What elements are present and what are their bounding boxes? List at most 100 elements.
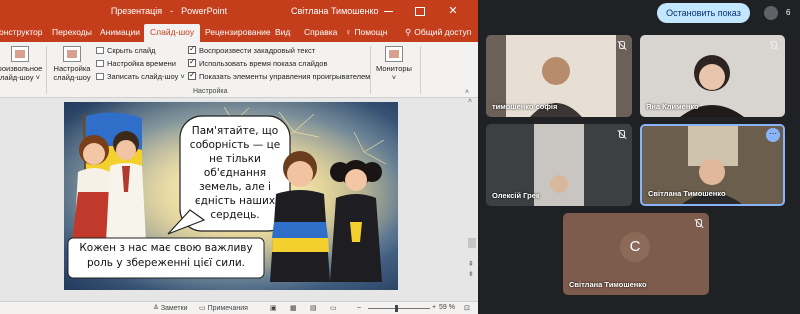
tab-animations[interactable]: Анимации (100, 27, 140, 37)
people-icon (764, 6, 778, 20)
monitors-button[interactable]: Мониторы ˅ (374, 46, 414, 82)
vertical-scrollbar-thumb[interactable] (468, 238, 476, 248)
monitors-chevron: ˅ (391, 73, 397, 82)
ribbon-divider (370, 46, 371, 94)
participant-name: тимошенко софія (492, 102, 558, 111)
tab-assistant[interactable]: ♀ Помощн (345, 27, 387, 37)
share-button[interactable]: ⚲ Общий доступ (405, 27, 471, 38)
window-title: Презентація - PowerPoint (0, 6, 478, 16)
timer-icon (96, 60, 104, 67)
participant-count: 6 (786, 8, 791, 17)
checkbox-icon (188, 57, 196, 67)
meet-bottom-bar (478, 302, 800, 314)
account-name[interactable]: Світлана Тимошенко (291, 6, 379, 16)
zoom-slider-knob[interactable] (395, 305, 398, 312)
avatar: C (620, 232, 650, 262)
zoom-level[interactable]: 59 % (439, 304, 455, 311)
scroll-up-icon[interactable]: ˄ (468, 98, 472, 105)
setup-slideshow-label-1: Настройка (53, 64, 91, 73)
notes-icon: ≙ (153, 305, 161, 312)
hide-slide-icon (96, 47, 104, 54)
lightbulb-icon: ♀ (345, 27, 352, 37)
slideshow-icon (11, 46, 29, 62)
hide-slide-button[interactable]: Скрыть слайд (96, 46, 156, 56)
reading-view-icon[interactable]: ▤ (310, 304, 317, 312)
play-narrations-label: Воспроизвести закадровый текст (199, 46, 316, 55)
custom-slideshow-label-2: лайд-шоу ˅ (0, 73, 40, 82)
close-icon[interactable]: ✕ (446, 4, 460, 18)
comments-button[interactable]: ▭ Примечания (199, 304, 248, 312)
ribbon-divider (420, 46, 421, 94)
setup-slideshow-button[interactable]: Настройка слайд-шоу (52, 46, 92, 82)
slide-sorter-icon[interactable]: ▦ (290, 304, 297, 312)
show-media-controls-label: Показать элементы управления проигрывате… (199, 72, 371, 81)
hide-slide-label: Скрыть слайд (107, 46, 156, 55)
slideshow-view-icon[interactable]: ▭ (330, 304, 337, 312)
tab-slideshow[interactable]: Слайд-шоу (144, 24, 201, 42)
record-icon (96, 73, 104, 80)
zoom-slider-track[interactable] (368, 308, 430, 309)
share-label: Общий доступ (414, 27, 472, 37)
minimize-icon[interactable] (382, 4, 396, 18)
rehearse-timings-label: Настройка времени (107, 59, 176, 68)
checkbox-icon (188, 70, 196, 80)
custom-slideshow-button[interactable]: роизвольное лайд-шоу ˅ (0, 46, 44, 82)
title-separator: - (170, 6, 174, 16)
document-title: Презентація (110, 6, 163, 16)
tab-transitions[interactable]: Переходы (52, 27, 92, 37)
participant-name: Світлана Тимошенко (648, 189, 726, 198)
comments-label: Примечания (207, 305, 248, 312)
next-slide-icon[interactable]: ⇟ (468, 270, 474, 278)
title-bar: Презентація - PowerPoint Світлана Тимошенк… (0, 0, 478, 23)
fit-slide-icon[interactable]: ⊡ (464, 304, 470, 312)
participant-name: Яна Клименко (646, 102, 699, 111)
banner-text: Кожен з нас має свою важливу роль у збер… (79, 242, 253, 269)
meet-top-bar (478, 0, 800, 28)
mic-off-icon (768, 41, 778, 51)
play-narrations-checkbox[interactable]: Воспроизвести закадровый текст (188, 44, 316, 56)
monitors-label: Мониторы (376, 64, 412, 73)
custom-slideshow-label-1: роизвольное (0, 64, 43, 73)
participant-tile[interactable]: Яна Клименко (640, 35, 785, 117)
rehearse-timings-button[interactable]: Настройка времени (96, 59, 176, 69)
normal-view-icon[interactable]: ▣ (270, 304, 277, 312)
setup-slideshow-icon (63, 46, 81, 62)
tab-help[interactable]: Справка (304, 27, 337, 37)
participant-tile[interactable]: тимошенко софія (486, 35, 632, 117)
zoom-in-icon[interactable]: + (432, 304, 436, 311)
mic-off-icon (616, 41, 626, 51)
mic-off-icon (616, 130, 626, 140)
tab-review[interactable]: Рецензирование (205, 27, 271, 37)
screen: Презентація - PowerPoint Світлана Тимошенк… (0, 0, 800, 314)
participant-name: Олексій Грек (492, 191, 540, 200)
notes-label: Заметки (160, 305, 188, 312)
more-options-icon[interactable]: ⋯ (766, 128, 780, 142)
slide-editor: Пам'ятайте, що соборність — це не тільки… (0, 98, 478, 301)
monitor-icon (385, 46, 403, 62)
notes-button[interactable]: ≙ Заметки (153, 304, 188, 312)
collapse-ribbon-icon[interactable]: ˄ (465, 89, 469, 96)
speech-bubble-text: Пам'ятайте, що соборність — це не тільки… (189, 125, 281, 221)
ribbon: роизвольное лайд-шоу ˅ Настройка слайд-ш… (0, 42, 478, 98)
person-share-icon: ⚲ (405, 27, 412, 37)
show-media-controls-checkbox[interactable]: Показать элементы управления проигрывате… (188, 70, 371, 82)
participant-tile[interactable]: Олексій Грек (486, 124, 632, 206)
tab-design[interactable]: онструктор (0, 27, 43, 37)
slide-canvas[interactable]: Пам'ятайте, що соборність — це не тільки… (64, 102, 398, 290)
participant-name: Світлана Тимошенко (569, 280, 647, 289)
prev-slide-icon[interactable]: ⇞ (468, 260, 474, 268)
zoom-out-icon[interactable]: – (357, 304, 361, 311)
use-timings-checkbox[interactable]: Использовать время показа слайдов (188, 57, 328, 69)
tab-view[interactable]: Вид (275, 27, 290, 37)
stop-presenting-button[interactable]: Остановить показ (657, 3, 750, 23)
mic-off-icon (693, 219, 703, 229)
participant-tile-active[interactable]: Світлана Тимошенко (640, 124, 785, 206)
powerpoint-window: Презентація - PowerPoint Світлана Тимошенк… (0, 0, 478, 314)
status-bar: ≙ Заметки ▭ Примечания ▣ ▦ ▤ ▭ – + 59 % … (0, 301, 478, 314)
maximize-icon[interactable] (413, 4, 427, 18)
use-timings-label: Использовать время показа слайдов (199, 59, 328, 68)
tab-assistant-label: Помощн (354, 27, 388, 37)
ribbon-divider (46, 46, 47, 94)
participants-button[interactable]: 6 (764, 4, 790, 22)
record-slideshow-button[interactable]: Записать слайд-шоу ˅ (96, 72, 185, 82)
